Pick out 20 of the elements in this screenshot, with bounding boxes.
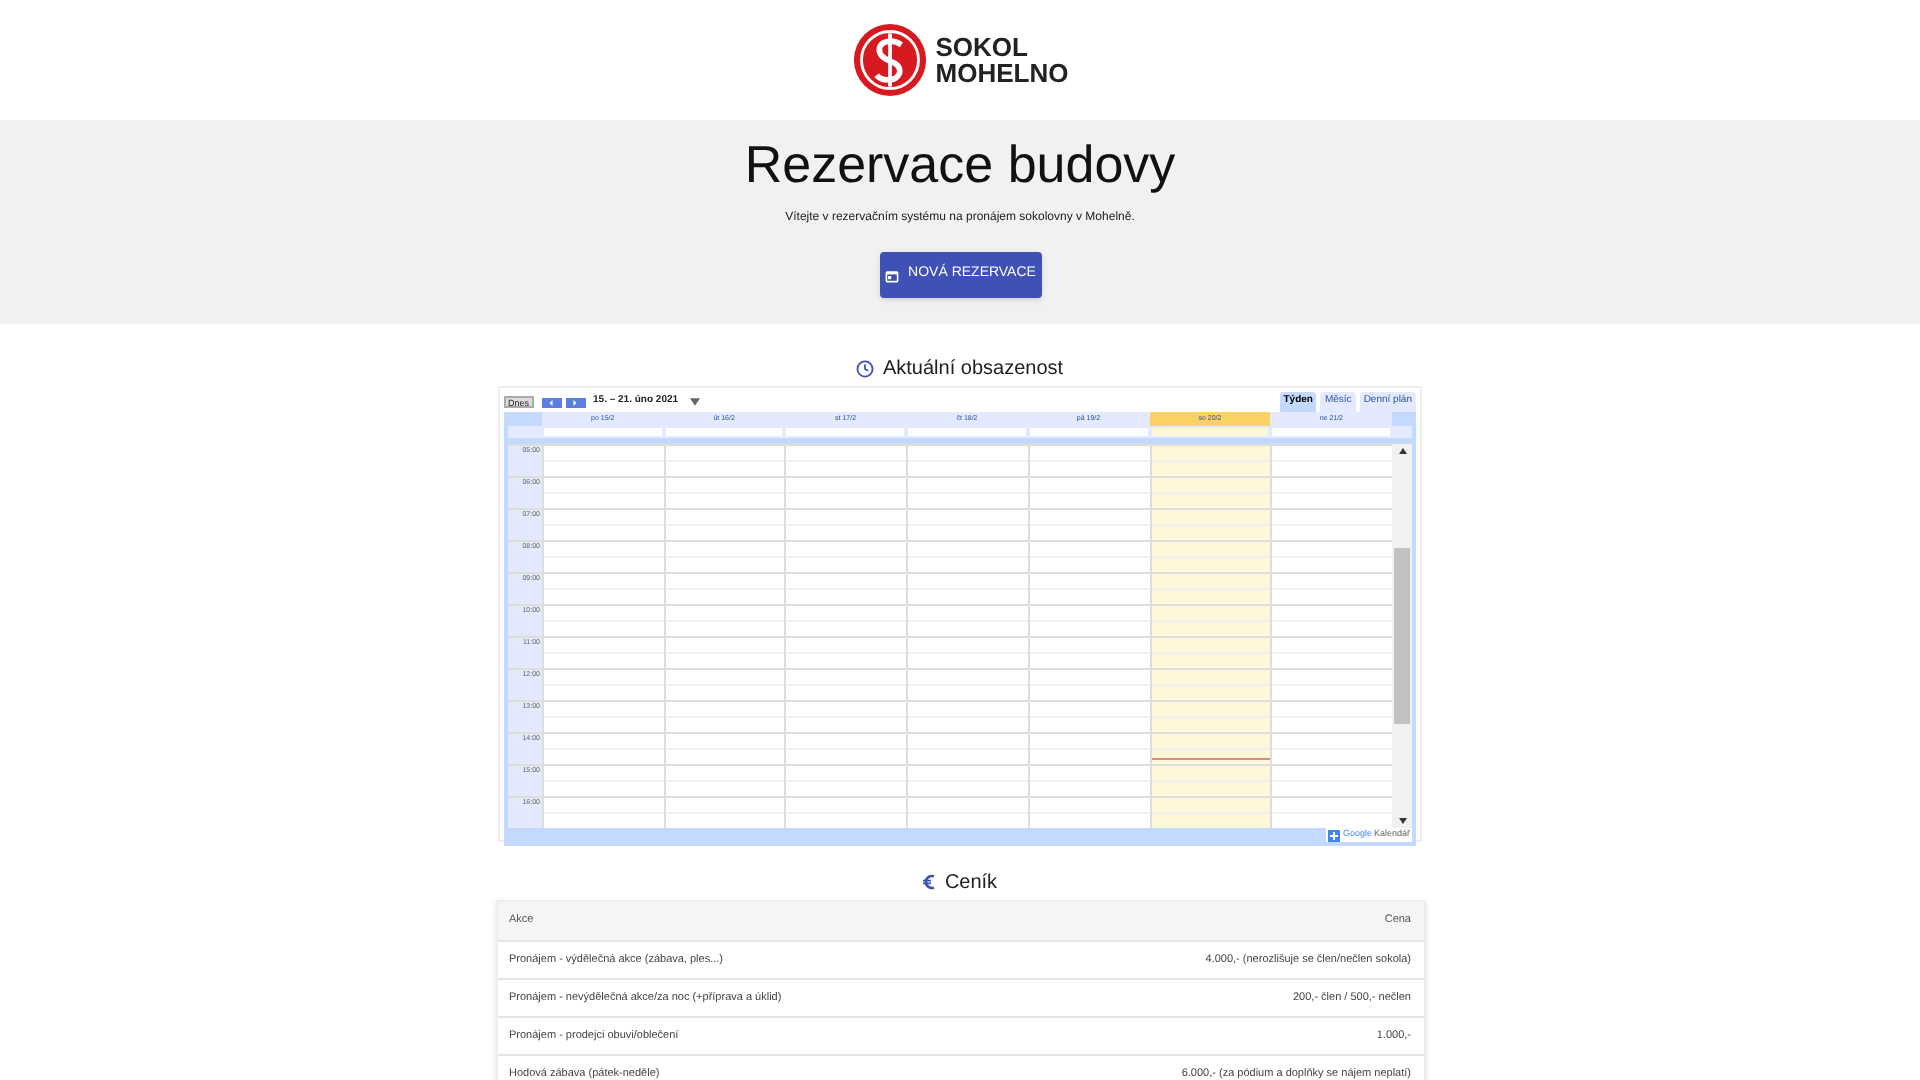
scrollbar[interactable]	[1392, 444, 1412, 828]
scrollbar-thumb[interactable]	[1394, 548, 1410, 724]
current-time-line	[1151, 758, 1271, 760]
left-arrow-icon	[548, 399, 555, 405]
euro-icon	[922, 874, 937, 890]
calendar-icon	[884, 267, 901, 283]
plus-icon	[1328, 829, 1341, 841]
logo-text: SOKOL	[935, 34, 1030, 60]
next-button[interactable]	[565, 397, 586, 407]
page-title: Rezervace budovy	[744, 132, 1176, 196]
logo-emblem-icon	[851, 22, 928, 98]
right-arrow-icon	[572, 399, 579, 405]
clock-icon	[856, 359, 875, 377]
scroll-down-icon[interactable]	[1397, 818, 1407, 824]
previous-button[interactable]	[541, 397, 562, 407]
section-heading: Aktuální obsazenost	[882, 355, 1064, 383]
scroll-up-icon[interactable]	[1397, 448, 1407, 454]
logo-text: MOHELNO	[935, 60, 1069, 86]
section-heading: Ceník	[944, 869, 998, 897]
dropdown-caret-icon[interactable]	[690, 398, 701, 406]
